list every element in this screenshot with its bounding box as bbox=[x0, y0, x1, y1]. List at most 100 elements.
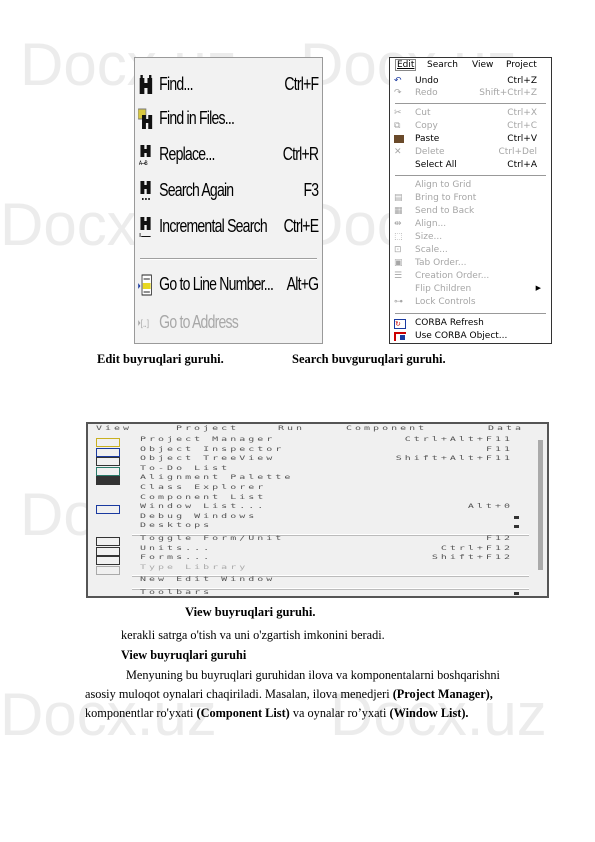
paragraph-text: va oynalar ro’yxati bbox=[289, 706, 390, 720]
find-in-files-icon bbox=[138, 108, 153, 129]
menu-item-delete[interactable]: ✕ Delete Ctrl+Del bbox=[390, 147, 551, 158]
bring-to-front-icon: ▤ bbox=[394, 193, 403, 203]
menu-item-label: Select All bbox=[415, 160, 457, 170]
menu-item-size[interactable]: ⬚ Size... bbox=[390, 232, 551, 243]
menu-item-bring-to-front[interactable]: ▤ Bring to Front bbox=[390, 193, 551, 204]
submenu-arrow-icon bbox=[514, 525, 519, 529]
send-to-back-icon: ▦ bbox=[394, 206, 403, 216]
menu-item-shortcut: Shift+F12 bbox=[431, 554, 513, 562]
menu-item-replace[interactable]: A→B Replace... Ctrl+R bbox=[135, 138, 319, 172]
menu-item-align[interactable]: ⇹ Align... bbox=[390, 219, 551, 230]
menu-item-lock-controls[interactable]: ⊶ Lock Controls bbox=[390, 297, 551, 308]
menu-item-shortcut: F12 bbox=[485, 535, 513, 543]
menu-item-label: Units... bbox=[140, 544, 213, 552]
menu-item-corba-refresh[interactable]: ↻ CORBA Refresh bbox=[390, 318, 551, 329]
menubar-item-view[interactable]: View bbox=[472, 60, 493, 70]
menu-item-label: Project Manager bbox=[140, 436, 276, 444]
menu-item-creation-order[interactable]: ☰ Creation Order... bbox=[390, 271, 551, 282]
menu-item-align-to-grid[interactable]: Align to Grid bbox=[390, 180, 551, 191]
edit-menu-image: Edit Search View Project ↶ Undo Ctrl+Z ↷ Re… bbox=[389, 57, 552, 344]
menu-item-shortcut: Ctrl+Del bbox=[498, 147, 537, 157]
menu-item-label: Toolbars bbox=[140, 589, 213, 597]
menu-item-label: Scale... bbox=[415, 245, 448, 255]
menu-item-scale[interactable]: ⊡ Scale... bbox=[390, 245, 551, 256]
paragraph-text: komponentlar ro'yxati bbox=[85, 706, 197, 720]
menu-item-shortcut: Ctrl+C bbox=[507, 121, 537, 131]
scrollbar[interactable] bbox=[538, 440, 543, 570]
menu-item-label: Alignment Palette bbox=[140, 474, 294, 482]
menu-item-label: Search Again bbox=[159, 180, 234, 200]
menu-item-find[interactable]: Find... Ctrl+F bbox=[135, 68, 319, 102]
menu-item-send-to-back[interactable]: ▦ Send to Back bbox=[390, 206, 551, 217]
menu-item-label: To-Do List bbox=[140, 464, 231, 472]
menu-item-label: Forms... bbox=[140, 554, 213, 562]
menu-item-redo[interactable]: ↷ Redo Shift+Ctrl+Z bbox=[390, 88, 551, 99]
menu-item-find-in-files[interactable]: Find in Files... bbox=[135, 102, 281, 136]
cut-icon: ✂ bbox=[394, 108, 402, 118]
menu-item-shortcut: Shift+Ctrl+Z bbox=[479, 88, 537, 98]
menubar-item-search[interactable]: Search bbox=[427, 60, 458, 70]
creation-order-icon: ☰ bbox=[394, 271, 403, 281]
svg-text:[..]: [..] bbox=[140, 319, 148, 330]
menu-item-label: Object Inspector bbox=[140, 445, 285, 453]
paragraph-line: asosiy muloqot oynalari chaqiriladi. Mas… bbox=[85, 687, 493, 702]
menu-item-shortcut: F3 bbox=[303, 180, 319, 200]
menu-item-desktops[interactable]: Desktops bbox=[88, 522, 547, 533]
binoculars-icon bbox=[139, 75, 153, 94]
menu-item-label: Cut bbox=[415, 108, 431, 118]
search-menu-image: Find... Ctrl+F Find in Files... A→B Repl… bbox=[134, 57, 323, 344]
menu-item-flip-children[interactable]: Flip Children ▶ bbox=[390, 284, 551, 295]
menu-separator bbox=[140, 258, 317, 260]
menubar-item-edit[interactable]: Edit bbox=[395, 59, 417, 71]
paragraph-line: komponentlar ro'yxati (Component List) v… bbox=[85, 706, 469, 721]
paragraph-text: asosiy muloqot oynalari chaqiriladi. Mas… bbox=[85, 687, 393, 701]
menu-item-new-edit-window[interactable]: New Edit Window bbox=[88, 576, 547, 587]
paragraph-line: Menyuning bu buyruqlari guruhidan ilova … bbox=[126, 668, 500, 682]
menubar-item-data[interactable]: Data bbox=[488, 425, 524, 432]
menu-item-toolbars[interactable]: Toolbars bbox=[88, 589, 547, 597]
size-icon: ⬚ bbox=[394, 232, 403, 242]
corba-refresh-icon: ↻ bbox=[394, 319, 406, 329]
menu-item-use-corba-object[interactable]: Use CORBA Object... bbox=[390, 331, 551, 342]
term-component-list: (Component List) bbox=[196, 706, 290, 720]
menubar-item-run[interactable]: Run bbox=[278, 425, 305, 432]
menubar-item-project[interactable]: Project bbox=[506, 60, 537, 70]
menu-item-label: Find in Files... bbox=[159, 108, 235, 128]
menu-item-shortcut: Ctrl+F bbox=[284, 74, 319, 94]
align-icon: ⇹ bbox=[394, 219, 402, 229]
menu-item-label: Desktops bbox=[140, 522, 213, 530]
term-window-list: (Window List). bbox=[389, 706, 469, 720]
menu-item-shortcut: Ctrl+A bbox=[507, 160, 537, 170]
menu-item-search-again[interactable]: Search Again F3 bbox=[135, 174, 319, 208]
svg-text:A→B: A→B bbox=[139, 161, 148, 166]
menubar-item-component[interactable]: Component bbox=[346, 425, 427, 432]
menu-item-shortcut: Ctrl+E bbox=[283, 216, 319, 236]
type-library-icon bbox=[96, 565, 120, 575]
menu-item-shortcut: Alt+G bbox=[286, 274, 319, 294]
menu-item-label: Bring to Front bbox=[415, 193, 477, 203]
menu-item-undo[interactable]: ↶ Undo Ctrl+Z bbox=[390, 76, 551, 87]
term-project-manager: (Project Manager), bbox=[392, 687, 493, 701]
menu-item-cut[interactable]: ✂ Cut Ctrl+X bbox=[390, 108, 551, 119]
menu-item-label: Align to Grid bbox=[415, 180, 472, 190]
menu-item-label: Class Explorer bbox=[140, 484, 267, 492]
menu-item-go-to-address[interactable]: [..] Go to Address bbox=[135, 306, 281, 340]
copy-icon: ⧉ bbox=[394, 121, 401, 131]
menu-separator bbox=[395, 313, 546, 314]
menu-item-label: Incremental Search bbox=[159, 216, 267, 236]
menu-item-incremental-search[interactable]: Incremental Search Ctrl+E bbox=[135, 210, 319, 244]
menu-item-copy[interactable]: ⧉ Copy Ctrl+C bbox=[390, 121, 551, 132]
menu-item-label: Delete bbox=[415, 147, 445, 157]
menu-item-label: Debug Windows bbox=[140, 512, 258, 520]
menu-item-tab-order[interactable]: ▣ Tab Order... bbox=[390, 258, 551, 269]
menu-item-go-to-line-number[interactable]: Go to Line Number... Alt+G bbox=[135, 268, 319, 302]
menubar: Edit Search View Project bbox=[390, 58, 551, 73]
menu-item-type-library[interactable]: Type Library bbox=[88, 564, 547, 575]
menubar-item-view[interactable]: View bbox=[96, 425, 132, 432]
menu-item-paste[interactable]: Paste Ctrl+V bbox=[390, 134, 551, 145]
menu-item-label: New Edit Window bbox=[140, 576, 276, 584]
menu-item-shortcut: Ctrl+V bbox=[507, 134, 537, 144]
menu-item-shortcut: Ctrl+F12 bbox=[440, 544, 513, 552]
menubar-item-project[interactable]: Project bbox=[176, 425, 239, 432]
menu-item-select-all[interactable]: Select All Ctrl+A bbox=[390, 160, 551, 171]
